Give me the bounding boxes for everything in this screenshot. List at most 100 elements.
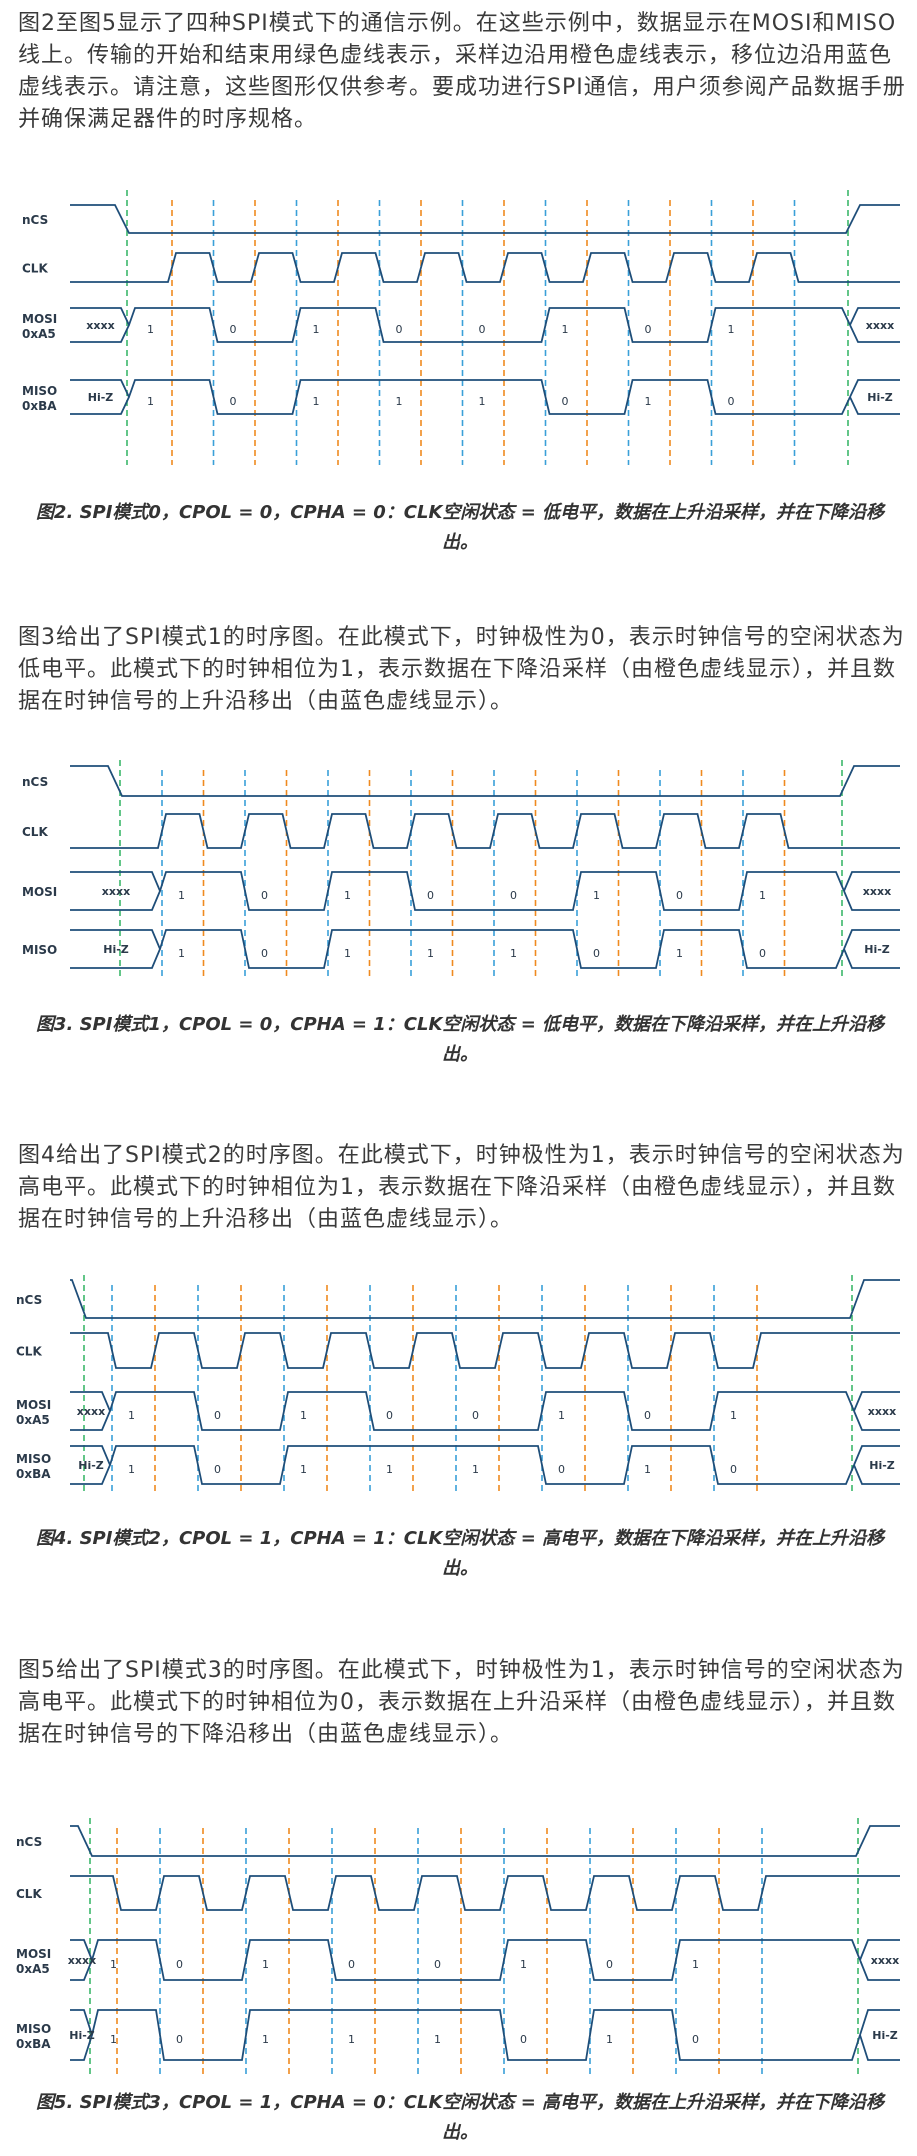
miso-label: MISO [16,1452,51,1466]
timing-diagram-mode3: nCS CLK MOSI0xA5 MISO0xBA xxxx 1 0 1 0 0 1 0 1 xxxx Hi… [16,1818,900,2074]
miso-trail-label: Hi-Z [869,1459,895,1472]
figure-caption-mode2: 图4. SPI模式2，CPOL = 1，CPHA = 1：CLK空闲状态 = 高… [35,1528,885,1579]
miso-bit-waveform [128,379,851,415]
miso-trail-label: Hi-Z [867,391,893,404]
mosi-bit-waveform [109,1391,855,1431]
intro-paragraph: 图2至图5显示了四种SPI模式下的通信示例。在这些示例中，数据显示在MOSI和M… [18,11,906,132]
miso-bit-label: 1 [386,1463,393,1476]
mosi-trail-label: xxxx [866,319,894,332]
miso-bit-label: 1 [645,395,652,408]
miso-lead-label: Hi-Z [78,1459,104,1472]
mosi-bit-label: 0 [472,1409,479,1422]
figure-caption-mode3: 图5. SPI模式3，CPOL = 1，CPHA = 0：CLK空闲状态 = 高… [35,2092,885,2143]
ncs-waveform [70,1825,900,1857]
ncs-waveform [70,1279,900,1319]
miso-bit-label: 1 [676,947,683,960]
mosi-bit-label: 1 [313,323,320,336]
clk-waveform [70,252,900,283]
mosi-lead-label: xxxx [102,885,130,898]
mosi-bit-waveform [128,307,851,343]
miso-lead-label: Hi-Z [69,2029,95,2042]
miso-bit-label: 1 [147,395,154,408]
miso-bit-waveform [91,2009,861,2061]
mosi-bit-label: 0 [214,1409,221,1422]
mosi-bit-label: 1 [730,1409,737,1422]
miso-bit-label: 0 [562,395,569,408]
mosi-bit-waveform [91,1939,861,1981]
miso-bit-label: 0 [176,2033,183,2046]
miso-bit-label: 0 [558,1463,565,1476]
clk-waveform [70,1332,900,1369]
miso-bit-label: 0 [214,1463,221,1476]
ncs-label: nCS [16,1835,42,1849]
mosi-bit-label: 0 [427,889,434,902]
miso-bit-label: 0 [593,947,600,960]
timing-diagram-mode0: nCS CLK MOSI0xA5 MISO0xBA xxxx 1 0 1 0 0 1 0 1 xxxx Hi… [22,190,900,465]
timing-diagram-mode2: nCS CLK MOSI0xA5 MISO0xBA xxxx 1 0 1 0 0 1 0 1 xxxx Hi… [16,1275,900,1495]
mosi-bit-label: 1 [262,1958,269,1971]
miso-bit-label: 1 [510,947,517,960]
miso-hex-label: 0xBA [16,2037,51,2051]
mosi-bit-label: 0 [645,323,652,336]
miso-bit-label: 1 [344,947,351,960]
ncs-waveform [70,204,900,234]
miso-bit-label: 0 [730,1463,737,1476]
miso-bit-waveform [109,1445,855,1485]
miso-bit-label: 1 [644,1463,651,1476]
miso-bit-label: 1 [479,395,486,408]
mosi-label: MOSI [16,1398,51,1412]
miso-label: MISO [22,384,57,398]
mosi-bit-label: 0 [644,1409,651,1422]
mosi-bit-label: 1 [147,323,154,336]
miso-bit-label: 1 [178,947,185,960]
miso-lead-label: Hi-Z [88,391,114,404]
mosi-bit-label: 0 [676,889,683,902]
figure-caption-mode1: 图3. SPI模式1，CPOL = 0，CPHA = 1：CLK空闲状态 = 低… [35,1014,885,1065]
miso-bit-label: 1 [128,1463,135,1476]
miso-hex-label: 0xBA [16,1467,51,1481]
mosi-lead-label: xxxx [68,1954,96,1967]
mosi-lead-label: xxxx [86,319,114,332]
miso-bit-label: 1 [434,2033,441,2046]
clk-waveform [70,1875,900,1911]
mosi-bit-label: 0 [479,323,486,336]
miso-trail-label: Hi-Z [872,2029,898,2042]
miso-bit-label: 1 [262,2033,269,2046]
miso-bit-label: 0 [261,947,268,960]
mosi-bit-label: 1 [344,889,351,902]
mosi-bit-label: 0 [348,1958,355,1971]
miso-bit-label: 0 [692,2033,699,2046]
mosi-hex-label: 0xA5 [16,1962,50,1976]
ncs-label: nCS [22,775,48,789]
miso-bit-label: 1 [396,395,403,408]
mode2-description: 图4给出了SPI模式2的时序图。在此模式下，时钟极性为1，表示时钟信号的空闲状态… [18,1143,905,1232]
mosi-trail-label: xxxx [868,1405,896,1418]
mosi-bit-label: 0 [386,1409,393,1422]
miso-lead-label: Hi-Z [103,943,129,956]
ncs-label: nCS [16,1293,42,1307]
mosi-bit-label: 1 [300,1409,307,1422]
mosi-bit-label: 1 [178,889,185,902]
miso-bit-label: 0 [230,395,237,408]
mosi-hex-label: 0xA5 [16,1413,50,1427]
miso-trail-label: Hi-Z [864,943,890,956]
mosi-hex-label: 0xA5 [22,327,56,341]
clk-waveform [70,813,900,849]
mosi-bit-label: 1 [759,889,766,902]
miso-bit-label: 0 [759,947,766,960]
clk-label: CLK [22,262,48,276]
miso-bit-label: 1 [427,947,434,960]
mosi-label: MOSI [16,1947,51,1961]
mosi-bit-label: 1 [692,1958,699,1971]
mosi-bit-label: 1 [728,323,735,336]
mosi-bit-label: 0 [176,1958,183,1971]
ncs-waveform [70,765,900,797]
mosi-bit-label: 0 [606,1958,613,1971]
mode3-description: 图5给出了SPI模式3的时序图。在此模式下，时钟极性为1，表示时钟信号的空闲状态… [18,1658,905,1747]
clk-label: CLK [22,825,48,839]
mosi-label: MOSI [22,312,57,326]
miso-bit-label: 1 [472,1463,479,1476]
mosi-bit-label: 1 [562,323,569,336]
timing-diagram-mode1: nCS CLK MOSI MISO xxxx 1 0 1 0 0 1 0 1 xxxx Hi-Z 1 0 1 1 1 0… [22,760,900,978]
mosi-lead-label: xxxx [77,1405,105,1418]
